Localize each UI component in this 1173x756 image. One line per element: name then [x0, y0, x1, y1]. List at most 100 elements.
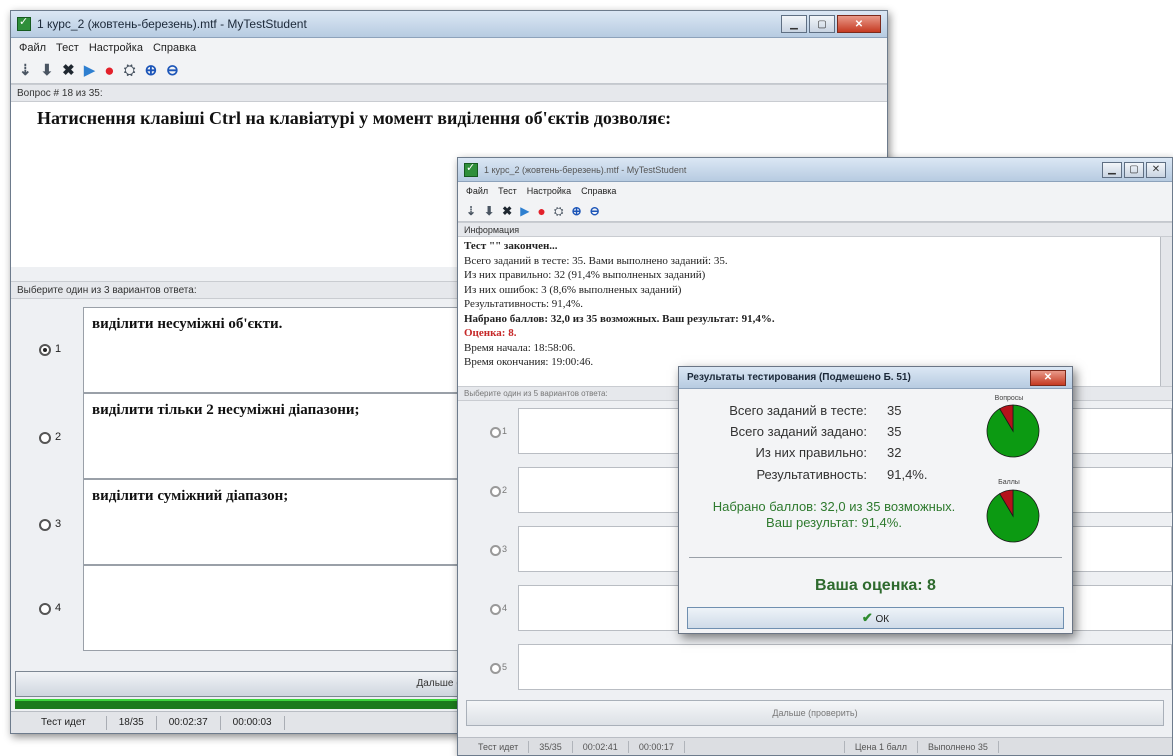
status-state: Тест идет	[11, 715, 107, 730]
stop-icon[interactable]: ●	[537, 203, 545, 219]
result-row: Всего заданий задано: 35	[689, 424, 979, 439]
open-icon[interactable]: ⇣	[466, 203, 476, 219]
answer-option-5[interactable]: 5	[458, 644, 1172, 694]
answer-radio[interactable]	[39, 519, 51, 531]
result-value: 35	[887, 403, 902, 418]
title-bar[interactable]: 1 курс_2 (жовтень-березень).mtf - MyTest…	[458, 158, 1172, 182]
cancel-icon[interactable]: ✖	[62, 62, 75, 79]
answer-radio[interactable]	[39, 344, 51, 356]
dialog-title-bar[interactable]: Результаты тестирования (Подмешено Б. 51…	[679, 367, 1072, 389]
pie-label-points: Баллы	[998, 479, 1020, 486]
ok-label: ОК	[875, 614, 890, 625]
check-icon: ✔	[861, 610, 873, 625]
results-dialog: Результаты тестирования (Подмешено Б. 51…	[678, 366, 1073, 634]
result-label: Результативность:	[756, 467, 867, 482]
status-time-question: 00:00:03	[221, 715, 285, 730]
dialog-close-button[interactable]: ✕	[1030, 369, 1066, 386]
answer-radio[interactable]	[39, 432, 51, 444]
result-label: Всего заданий задано:	[729, 424, 867, 439]
status-state: Тест идет	[458, 740, 530, 753]
result-value: 35	[887, 424, 902, 439]
answer-number: 4	[502, 603, 508, 613]
window-title: 1 курс_2 (жовтень-березень).mtf - MyTest…	[484, 164, 687, 175]
status-progress: 18/35	[107, 715, 157, 730]
answer-number: 1	[55, 343, 62, 355]
question-label: Вопрос # 18 из 35:	[11, 84, 887, 102]
toolbar: ⇣ ⬇ ✖ ▶ ● ⛭ ⊕ ⊖	[458, 200, 1172, 222]
zoom-out-icon[interactable]: ⊖	[590, 203, 600, 219]
ok-button[interactable]: ✔ ОК	[687, 607, 1064, 629]
score-summary: Набрано баллов: 32,0 из 35 возможных. Ва…	[689, 499, 979, 531]
menu-file[interactable]: Файл	[19, 42, 46, 54]
status-point-value: Цена 1 балл	[845, 740, 918, 753]
answer-radio[interactable]	[490, 663, 501, 674]
menu-help[interactable]: Справка	[153, 42, 196, 54]
play-icon[interactable]: ▶	[84, 62, 96, 79]
close-button[interactable]: ✕	[1146, 161, 1166, 178]
menu-bar: Файл Тест Настройка Справка	[458, 182, 1172, 200]
zoom-out-icon[interactable]: ⊖	[166, 62, 179, 79]
title-bar[interactable]: 1 курс_2 (жовтень-березень).mtf - MyTest…	[11, 11, 887, 38]
answer-radio[interactable]	[490, 486, 501, 497]
pie-label-questions: Вопросы	[994, 395, 1024, 402]
info-line: Тест "" закончен...	[464, 240, 558, 252]
stop-icon[interactable]: ●	[104, 62, 114, 79]
dialog-title: Результаты тестирования (Подмешено Б. 51…	[687, 372, 911, 383]
info-line: Результативность: 91,4%.	[464, 298, 583, 310]
menu-file[interactable]: Файл	[466, 186, 488, 196]
app-icon	[17, 15, 31, 31]
paint-icon[interactable]: ⛭	[554, 203, 564, 219]
answer-number: 3	[55, 518, 62, 530]
play-icon[interactable]: ▶	[520, 203, 529, 219]
answer-text[interactable]	[518, 644, 1172, 690]
maximize-button[interactable]: ▢	[809, 15, 835, 33]
answer-number: 2	[55, 431, 62, 443]
answer-radio[interactable]	[490, 545, 501, 556]
minimize-button[interactable]: ▁	[781, 15, 807, 33]
app-icon	[464, 161, 478, 177]
result-label: Всего заданий в тесте:	[729, 403, 867, 418]
next-button[interactable]: Дальше (проверить)	[466, 700, 1164, 726]
download-icon[interactable]: ⬇	[484, 203, 494, 219]
menu-test[interactable]: Тест	[498, 186, 517, 196]
result-label: Из них правильно:	[755, 445, 867, 460]
zoom-in-icon[interactable]: ⊕	[145, 62, 158, 79]
answer-radio[interactable]	[39, 603, 51, 615]
info-line: Набрано баллов: 32,0 из 35 возможных. Ва…	[464, 312, 775, 325]
info-line: Время начала: 18:58:06.	[464, 341, 576, 354]
answer-number: 4	[55, 602, 62, 614]
info-line: Всего заданий в тесте: 35. Вами выполнен…	[464, 254, 728, 267]
menu-test[interactable]: Тест	[56, 42, 79, 54]
menu-help[interactable]: Справка	[581, 186, 616, 196]
grade-text: Ваша оценка: 8	[815, 577, 936, 594]
status-time-total: 00:02:37	[157, 715, 221, 730]
open-icon[interactable]: ⇣	[19, 62, 32, 79]
result-value: 32	[887, 445, 902, 460]
cancel-icon[interactable]: ✖	[502, 203, 512, 219]
status-spacer	[685, 740, 845, 753]
status-time-total: 00:02:41	[573, 740, 629, 753]
paint-icon[interactable]: ⛭	[124, 62, 136, 79]
score-line: Набрано баллов: 32,0 из 35 возможных.	[712, 499, 956, 514]
answer-number: 5	[502, 662, 508, 672]
zoom-in-icon[interactable]: ⊕	[572, 203, 582, 219]
status-progress: 35/35	[529, 740, 573, 753]
toolbar: ⇣ ⬇ ✖ ▶ ● ⛭ ⊕ ⊖	[11, 58, 887, 84]
pie-chart-questions	[986, 404, 1040, 458]
result-row: Из них правильно: 32	[689, 445, 979, 460]
info-line: Из них ошибок: 3 (8,6% выполненых задани…	[464, 283, 682, 296]
info-scrollbar[interactable]	[1160, 237, 1172, 387]
answer-radio[interactable]	[490, 604, 501, 615]
answer-radio[interactable]	[490, 427, 501, 438]
result-row: Результативность: 91,4%.	[689, 467, 979, 482]
menu-bar: Файл Тест Настройка Справка	[11, 38, 887, 58]
maximize-button[interactable]: ▢	[1124, 161, 1144, 178]
score-line: Ваш результат: 91,4%.	[766, 515, 902, 530]
menu-settings[interactable]: Настройка	[527, 186, 571, 196]
close-button[interactable]: ✕	[837, 15, 881, 33]
menu-settings[interactable]: Настройка	[89, 42, 143, 54]
separator	[689, 557, 1062, 558]
download-icon[interactable]: ⬇	[41, 62, 54, 79]
pie-chart-points	[986, 489, 1040, 543]
minimize-button[interactable]: ▁	[1102, 161, 1122, 178]
